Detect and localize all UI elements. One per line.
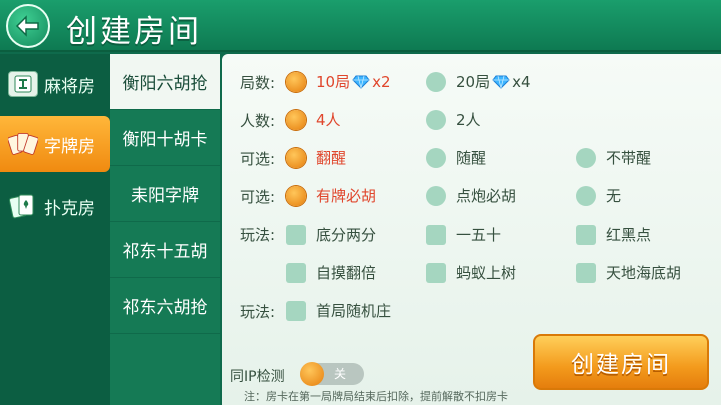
option1-label: 可选: xyxy=(240,150,276,168)
radio-unselected-icon xyxy=(426,109,446,130)
checkbox-icon xyxy=(286,224,306,245)
top-bar: 创建房间 xyxy=(0,0,721,52)
play2-label: 玩法: xyxy=(240,303,276,321)
play1-tiandihaidihu-checkbox[interactable]: 天地海底胡 xyxy=(576,262,681,283)
category-label: 麻将房 xyxy=(44,76,95,97)
radio-unselected-icon xyxy=(576,147,596,168)
option1-fanxing[interactable]: 翻醒 xyxy=(286,147,346,168)
players-label: 人数: xyxy=(240,112,276,130)
back-arrow-icon xyxy=(15,15,39,37)
game-item-qidong-shiwuhu[interactable]: 祁东十五胡 xyxy=(110,222,220,278)
radio-selected-icon xyxy=(286,109,306,130)
checkbox-icon xyxy=(286,262,306,283)
rounds-option-20[interactable]: 20局 x4 xyxy=(426,71,531,92)
toggle-state-text: 关 xyxy=(334,367,347,381)
game-item-hengyang-shihu[interactable]: 衡阳十胡卡 xyxy=(110,110,220,166)
category-label: 字牌房 xyxy=(44,136,95,157)
page-title: 创建房间 xyxy=(66,14,202,50)
checkbox-icon xyxy=(286,300,306,321)
card-fan-icon xyxy=(8,131,38,157)
game-item-qidong-liuhu[interactable]: 祁东六胡抢 xyxy=(110,278,220,334)
room-card-note: 注：房卡在第一局牌局结束后扣除，提前解散不扣房卡 xyxy=(244,390,508,403)
mahjong-icon xyxy=(8,71,38,97)
rounds-label: 局数: xyxy=(240,74,276,92)
option2-youpaibihu[interactable]: 有牌必胡 xyxy=(286,185,376,206)
category-zipai[interactable]: 字牌房 xyxy=(0,116,110,172)
category-label: 扑克房 xyxy=(44,198,95,219)
play1-yiwushi-checkbox[interactable]: 一五十 xyxy=(426,224,501,245)
diamond-icon xyxy=(492,75,510,89)
settings-panel: 局数: 10局 x2 20局 x4 人数: 4人 2人 可选: 翻醒 随醒 不带… xyxy=(222,54,721,405)
game-list: 衡阳六胡抢 衡阳十胡卡 耒阳字牌 祁东十五胡 祁东六胡抢 xyxy=(110,54,220,405)
radio-unselected-icon xyxy=(426,185,446,206)
option2-label: 可选: xyxy=(240,188,276,206)
poker-icon xyxy=(8,193,38,219)
play1-difen-checkbox[interactable]: 底分两分 xyxy=(286,224,376,245)
play2-shoujusuijizhuang-checkbox[interactable]: 首局随机庄 xyxy=(286,300,391,321)
toggle-knob xyxy=(300,362,324,386)
play1-mayishangshu-checkbox[interactable]: 蚂蚁上树 xyxy=(426,262,516,283)
checkbox-icon xyxy=(426,262,446,283)
players-option-4[interactable]: 4人 xyxy=(286,109,341,130)
diamond-icon xyxy=(352,75,370,89)
radio-selected-icon xyxy=(286,71,306,92)
option1-budaixing[interactable]: 不带醒 xyxy=(576,147,651,168)
radio-selected-icon xyxy=(286,185,306,206)
category-mahjong[interactable]: 麻将房 xyxy=(0,56,110,112)
radio-selected-icon xyxy=(286,147,306,168)
radio-unselected-icon xyxy=(576,185,596,206)
game-item-hengyang-liuhu[interactable]: 衡阳六胡抢 xyxy=(110,54,220,110)
checkbox-icon xyxy=(576,224,596,245)
option2-none[interactable]: 无 xyxy=(576,185,621,206)
play1-label: 玩法: xyxy=(240,226,276,244)
play1-hongheidian-checkbox[interactable]: 红黑点 xyxy=(576,224,651,245)
ip-check-label: 同IP检测 xyxy=(230,369,285,385)
game-item-leiyang-zipai[interactable]: 耒阳字牌 xyxy=(110,166,220,222)
radio-unselected-icon xyxy=(426,147,446,168)
category-poker[interactable]: 扑克房 xyxy=(0,178,110,234)
create-room-button[interactable]: 创建房间 xyxy=(533,334,709,390)
rounds-option-10[interactable]: 10局 x2 xyxy=(286,71,391,92)
option1-suixing[interactable]: 随醒 xyxy=(426,147,486,168)
checkbox-icon xyxy=(426,224,446,245)
play1-zimofanbei-checkbox[interactable]: 自摸翻倍 xyxy=(286,262,376,283)
players-option-2[interactable]: 2人 xyxy=(426,109,481,130)
option2-dianpaobihu[interactable]: 点炮必胡 xyxy=(426,185,516,206)
radio-unselected-icon xyxy=(426,71,446,92)
back-button[interactable] xyxy=(6,4,50,48)
category-sidebar: 麻将房 字牌房 扑克房 xyxy=(0,54,110,405)
ip-check-toggle[interactable]: 关 xyxy=(300,362,364,386)
checkbox-icon xyxy=(576,262,596,283)
